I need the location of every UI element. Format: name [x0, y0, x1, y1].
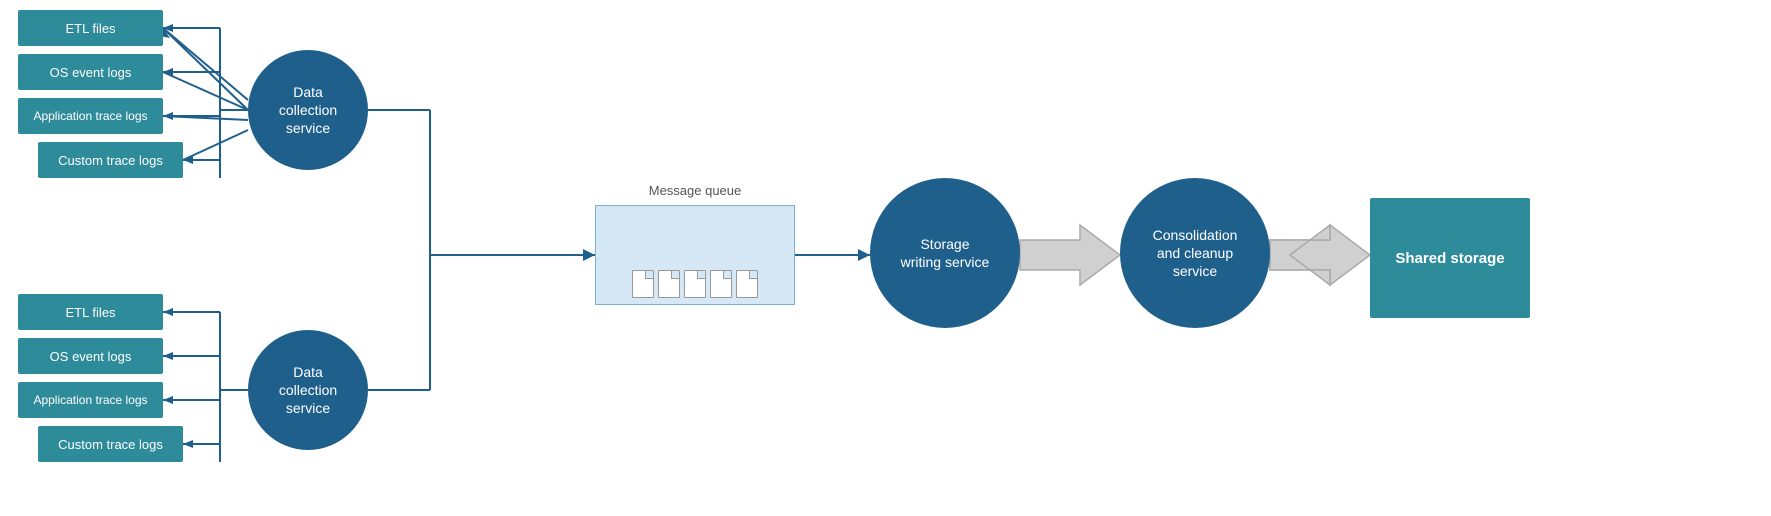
doc-icon-3 — [684, 270, 706, 298]
doc-icon-5 — [736, 270, 758, 298]
doc-icon-1 — [632, 270, 654, 298]
architecture-diagram: { "title": "Data Collection Architecture… — [0, 0, 1771, 516]
shared-storage: Shared storage — [1370, 198, 1530, 318]
doc-icon-4 — [710, 270, 732, 298]
custom-trace-logs-bottom: Custom trace logs — [38, 426, 183, 462]
os-event-logs-top: OS event logs — [18, 54, 163, 90]
data-collection-service-bottom: Data collection service — [248, 330, 368, 450]
data-collection-service-top: Data collection service — [248, 50, 368, 170]
storage-writing-service: Storage writing service — [870, 178, 1020, 328]
etl-files-bottom: ETL files — [18, 294, 163, 330]
document-icons — [632, 270, 758, 298]
doc-icon-2 — [658, 270, 680, 298]
message-queue-label: Message queue — [595, 183, 795, 198]
etl-files-top: ETL files — [18, 10, 163, 46]
app-trace-logs-bottom: Application trace logs — [18, 382, 163, 418]
os-event-logs-bottom: OS event logs — [18, 338, 163, 374]
message-queue-box — [595, 205, 795, 305]
custom-trace-logs-top: Custom trace logs — [38, 142, 183, 178]
consolidation-cleanup-service: Consolidation and cleanup service — [1120, 178, 1270, 328]
app-trace-logs-top: Application trace logs — [18, 98, 163, 134]
